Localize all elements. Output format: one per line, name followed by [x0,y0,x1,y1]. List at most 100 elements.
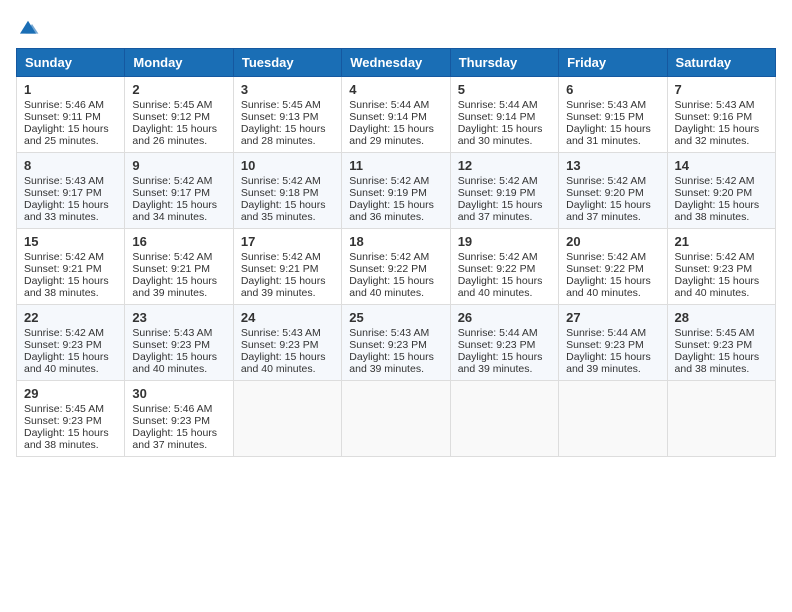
weekday-header-thursday: Thursday [450,49,558,77]
day-info: Sunrise: 5:42 AM [241,175,334,187]
day-info: and 39 minutes. [566,363,659,375]
table-row: 24Sunrise: 5:43 AMSunset: 9:23 PMDayligh… [233,305,341,381]
day-info: Sunset: 9:14 PM [349,111,442,123]
table-row: 27Sunrise: 5:44 AMSunset: 9:23 PMDayligh… [559,305,667,381]
day-info: Sunset: 9:20 PM [675,187,768,199]
day-info: Daylight: 15 hours [566,199,659,211]
day-info: and 40 minutes. [675,287,768,299]
day-info: Sunrise: 5:43 AM [349,327,442,339]
day-info: Sunset: 9:12 PM [132,111,225,123]
day-info: Sunrise: 5:42 AM [675,251,768,263]
table-row [559,381,667,457]
table-row: 30Sunrise: 5:46 AMSunset: 9:23 PMDayligh… [125,381,233,457]
day-info: Sunset: 9:21 PM [24,263,117,275]
day-info: and 40 minutes. [458,287,551,299]
day-number: 13 [566,158,659,173]
weekday-header-saturday: Saturday [667,49,775,77]
table-row: 10Sunrise: 5:42 AMSunset: 9:18 PMDayligh… [233,153,341,229]
table-row: 29Sunrise: 5:45 AMSunset: 9:23 PMDayligh… [17,381,125,457]
day-info: and 26 minutes. [132,135,225,147]
table-row: 18Sunrise: 5:42 AMSunset: 9:22 PMDayligh… [342,229,450,305]
day-info: Sunrise: 5:44 AM [566,327,659,339]
day-number: 15 [24,234,117,249]
day-info: Daylight: 15 hours [132,123,225,135]
day-info: Daylight: 15 hours [24,199,117,211]
table-row: 26Sunrise: 5:44 AMSunset: 9:23 PMDayligh… [450,305,558,381]
day-info: Sunset: 9:23 PM [132,339,225,351]
day-info: Sunset: 9:23 PM [349,339,442,351]
day-number: 28 [675,310,768,325]
day-info: Sunset: 9:23 PM [458,339,551,351]
table-row: 14Sunrise: 5:42 AMSunset: 9:20 PMDayligh… [667,153,775,229]
day-info: Sunset: 9:15 PM [566,111,659,123]
day-info: Sunrise: 5:45 AM [24,403,117,415]
day-info: Daylight: 15 hours [675,351,768,363]
table-row: 2Sunrise: 5:45 AMSunset: 9:12 PMDaylight… [125,77,233,153]
weekday-header-sunday: Sunday [17,49,125,77]
day-info: Sunset: 9:20 PM [566,187,659,199]
day-info: Daylight: 15 hours [566,275,659,287]
day-info: Sunrise: 5:42 AM [24,327,117,339]
day-number: 29 [24,386,117,401]
day-number: 16 [132,234,225,249]
day-info: Sunrise: 5:42 AM [566,175,659,187]
day-info: Daylight: 15 hours [675,199,768,211]
weekday-header-wednesday: Wednesday [342,49,450,77]
table-row: 8Sunrise: 5:43 AMSunset: 9:17 PMDaylight… [17,153,125,229]
day-number: 20 [566,234,659,249]
day-info: Sunrise: 5:42 AM [566,251,659,263]
day-number: 21 [675,234,768,249]
day-info: and 31 minutes. [566,135,659,147]
day-number: 18 [349,234,442,249]
day-info: Sunset: 9:19 PM [458,187,551,199]
day-info: Daylight: 15 hours [24,427,117,439]
weekday-header-monday: Monday [125,49,233,77]
day-info: Sunrise: 5:42 AM [458,251,551,263]
table-row [233,381,341,457]
day-info: Sunrise: 5:46 AM [132,403,225,415]
day-info: Sunrise: 5:42 AM [24,251,117,263]
table-row [342,381,450,457]
table-row: 21 Sunrise: 5:42 AMSunset: 9:23 PMDayligh… [667,229,775,305]
day-info: and 34 minutes. [132,211,225,223]
day-info: Daylight: 15 hours [349,275,442,287]
day-info: Daylight: 15 hours [675,123,768,135]
weekday-header-tuesday: Tuesday [233,49,341,77]
day-number: 6 [566,82,659,97]
day-info: Sunset: 9:22 PM [349,263,442,275]
day-info: Sunset: 9:14 PM [458,111,551,123]
day-number: 22 [24,310,117,325]
day-info: and 38 minutes. [675,363,768,375]
day-info: and 40 minutes. [566,287,659,299]
day-number: 8 [24,158,117,173]
day-info: Daylight: 15 hours [566,123,659,135]
table-row: 9Sunrise: 5:42 AMSunset: 9:17 PMDaylight… [125,153,233,229]
table-row: 17Sunrise: 5:42 AMSunset: 9:21 PMDayligh… [233,229,341,305]
day-number: 5 [458,82,551,97]
day-info: Daylight: 15 hours [675,275,768,287]
day-info: Daylight: 15 hours [24,275,117,287]
day-info: Sunset: 9:16 PM [675,111,768,123]
day-number: 7 [675,82,768,97]
day-info: and 40 minutes. [241,363,334,375]
table-row: 11Sunrise: 5:42 AMSunset: 9:19 PMDayligh… [342,153,450,229]
day-info: Daylight: 15 hours [241,351,334,363]
day-number: 30 [132,386,225,401]
day-info: Sunset: 9:23 PM [675,263,768,275]
day-info: Daylight: 15 hours [458,275,551,287]
day-number: 27 [566,310,659,325]
day-number: 17 [241,234,334,249]
day-info: Sunset: 9:23 PM [132,415,225,427]
table-row: 28Sunrise: 5:45 AMSunset: 9:23 PMDayligh… [667,305,775,381]
day-info: Sunset: 9:21 PM [241,263,334,275]
table-row: 13 Sunrise: 5:42 AMSunset: 9:20 PMDayligh… [559,153,667,229]
day-info: Sunset: 9:21 PM [132,263,225,275]
day-info: and 25 minutes. [24,135,117,147]
day-info: Sunrise: 5:44 AM [458,327,551,339]
table-row: 22Sunrise: 5:42 AMSunset: 9:23 PMDayligh… [17,305,125,381]
table-row: 4Sunrise: 5:44 AMSunset: 9:14 PMDaylight… [342,77,450,153]
day-info: Sunrise: 5:46 AM [24,99,117,111]
table-row: 6Sunrise: 5:43 AMSunset: 9:15 PMDaylight… [559,77,667,153]
day-info: Daylight: 15 hours [349,199,442,211]
day-number: 14 [675,158,768,173]
